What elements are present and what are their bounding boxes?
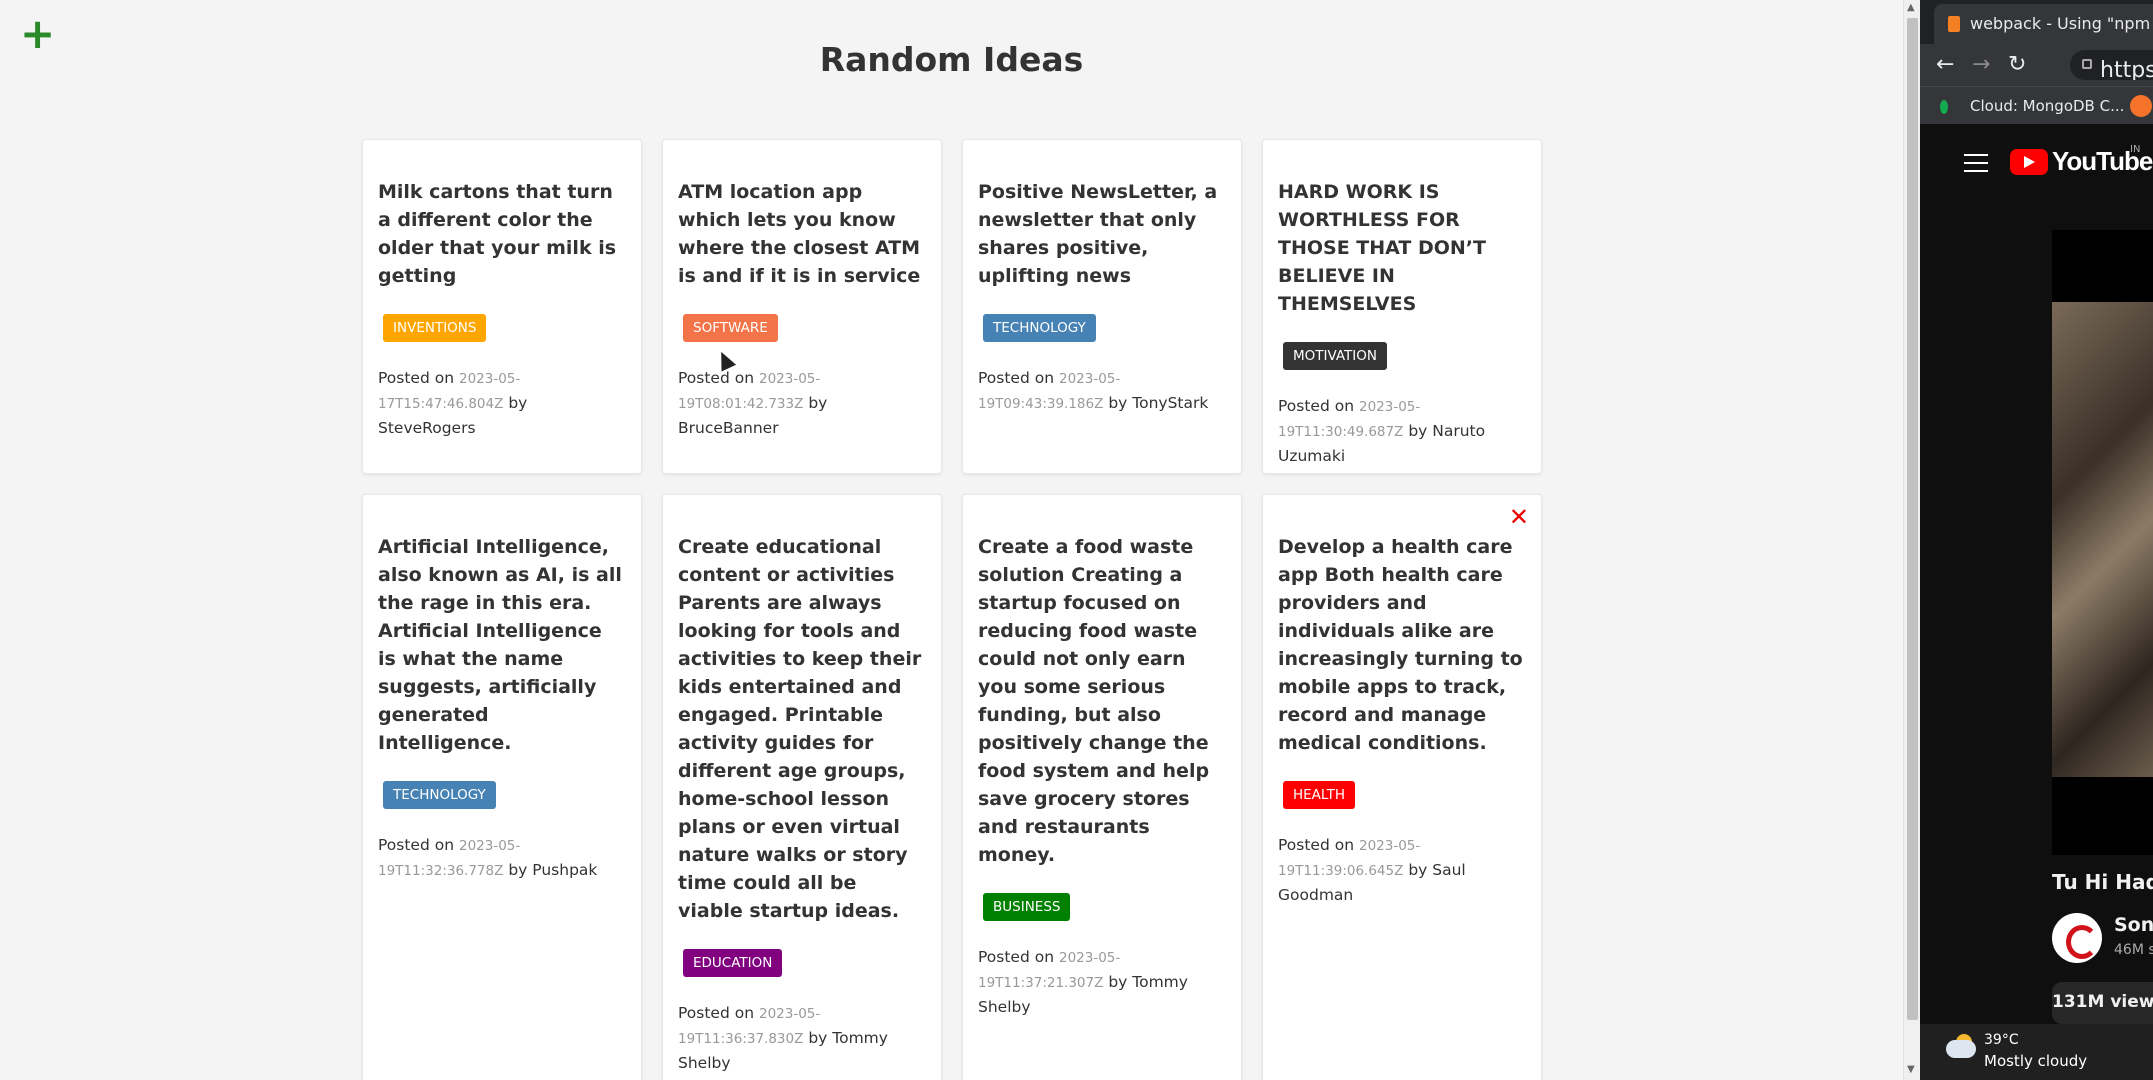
- idea-tag: HEALTH: [1283, 781, 1355, 809]
- region-code: IN: [2130, 144, 2141, 155]
- browser-window: webpack - Using "npm run ← → ↻ https:// …: [1920, 0, 2153, 1080]
- weather-widget[interactable]: 39°C Mostly cloudy: [1920, 1024, 2153, 1080]
- channel-subscribers: 46M s: [2114, 942, 2153, 958]
- posted-on-label: Posted on: [978, 948, 1055, 966]
- idea-meta: Posted on 2023-05-19T09:43:39.186Z by To…: [978, 366, 1226, 416]
- video-title: Tu Hi Haq: [2052, 870, 2153, 894]
- forward-icon[interactable]: →: [1972, 52, 1990, 77]
- bookmark-mongodb[interactable]: Cloud: MongoDB C...: [1970, 97, 2124, 115]
- by-label: by: [808, 394, 828, 412]
- idea-meta: Posted on 2023-05-17T15:47:46.804Z by St…: [378, 366, 626, 440]
- idea-card: Create a food waste solution Creating a …: [962, 494, 1242, 1080]
- idea-meta: Posted on 2023-05-19T11:32:36.778Z by Pu…: [378, 833, 626, 883]
- lock-icon: [2082, 59, 2092, 69]
- idea-text: Positive NewsLetter, a newsletter that o…: [978, 181, 1218, 287]
- tab-title: webpack - Using "npm run: [1970, 14, 2153, 33]
- idea-text: Milk cartons that turn a different color…: [378, 181, 617, 287]
- mongodb-leaf-icon: [1940, 100, 1948, 114]
- video-frame[interactable]: [2052, 302, 2153, 777]
- posted-on-label: Posted on: [378, 836, 455, 854]
- scrollbar-thumb[interactable]: [1907, 18, 1918, 1020]
- youtube-page: YouTube IN Tu Hi Haq Sony 46M s 131M vie…: [1920, 124, 2153, 1024]
- idea-text: HARD WORK IS WORTHLESS FOR THOSE THAT DO…: [1278, 181, 1486, 315]
- idea-text: ATM location app which lets you know whe…: [678, 181, 921, 287]
- idea-card: ✕ Develop a health care app Both health …: [1262, 494, 1542, 1080]
- by-label: by: [1108, 973, 1128, 991]
- idea-author: BruceBanner: [678, 419, 779, 437]
- idea-tag: SOFTWARE: [683, 314, 778, 342]
- idea-author: SteveRogers: [378, 419, 476, 437]
- idea-meta: Posted on 2023-05-19T11:37:21.307Z by To…: [978, 945, 1226, 1019]
- page-title: Random Ideas: [819, 40, 1084, 79]
- browser-tab[interactable]: webpack - Using "npm run: [1934, 4, 2153, 44]
- idea-card: ATM location app which lets you know whe…: [662, 139, 942, 474]
- bookmark-icon[interactable]: [2130, 95, 2152, 117]
- idea-tag: INVENTIONS: [383, 314, 487, 342]
- by-label: by: [1108, 394, 1128, 412]
- idea-text: Develop a health care app Both health ca…: [1278, 536, 1523, 754]
- idea-meta: Posted on 2023-05-19T11:36:37.830Z by To…: [678, 1001, 926, 1075]
- idea-meta: Posted on 2023-05-19T08:01:42.733Z by Br…: [678, 366, 926, 440]
- idea-card: Create educational content or activities…: [662, 494, 942, 1080]
- stackoverflow-icon: [1948, 16, 1960, 32]
- posted-on-label: Posted on: [978, 369, 1055, 387]
- idea-tag: BUSINESS: [983, 893, 1071, 921]
- idea-text: Create a food waste solution Creating a …: [978, 536, 1210, 866]
- url-text: https://: [2100, 58, 2153, 80]
- idea-tag: TECHNOLOGY: [383, 781, 496, 809]
- idea-meta: Posted on 2023-05-19T11:39:06.645Z by Sa…: [1278, 833, 1526, 907]
- idea-tag: MOTIVATION: [1283, 342, 1388, 370]
- delete-idea-icon[interactable]: ✕: [1509, 503, 1529, 531]
- idea-text: Artificial Intelligence, also known as A…: [378, 536, 622, 754]
- menu-icon[interactable]: [1964, 154, 1988, 178]
- youtube-logo-icon[interactable]: [2010, 149, 2048, 175]
- posted-on-label: Posted on: [678, 369, 755, 387]
- page-scrollbar[interactable]: ▲ ▼: [1903, 0, 1920, 1080]
- posted-on-label: Posted on: [1278, 836, 1355, 854]
- idea-card: Artificial Intelligence, also known as A…: [362, 494, 642, 1080]
- back-icon[interactable]: ←: [1936, 52, 1954, 77]
- address-bar[interactable]: https://: [2070, 50, 2153, 80]
- posted-on-label: Posted on: [378, 369, 455, 387]
- by-label: by: [808, 1029, 828, 1047]
- by-label: by: [508, 394, 528, 412]
- reload-icon[interactable]: ↻: [2008, 52, 2026, 77]
- by-label: by: [1408, 861, 1428, 879]
- idea-card: Milk cartons that turn a different color…: [362, 139, 642, 474]
- by-label: by: [1408, 422, 1428, 440]
- by-label: by: [508, 861, 528, 879]
- tab-strip: webpack - Using "npm run: [1920, 0, 2153, 44]
- idea-author: TonyStark: [1132, 394, 1209, 412]
- idea-author: Pushpak: [532, 861, 598, 879]
- ideas-app: + Random Ideas Milk cartons that turn a …: [0, 0, 1903, 1080]
- channel-avatar[interactable]: [2052, 913, 2102, 963]
- idea-meta: Posted on 2023-05-19T11:30:49.687Z by Na…: [1278, 394, 1526, 468]
- idea-tag: TECHNOLOGY: [983, 314, 1096, 342]
- idea-tag: EDUCATION: [683, 949, 783, 977]
- channel-name[interactable]: Sony: [2114, 914, 2153, 936]
- idea-card: HARD WORK IS WORTHLESS FOR THOSE THAT DO…: [1262, 139, 1542, 474]
- idea-text: Create educational content or activities…: [678, 536, 922, 922]
- cloud-icon: [1946, 1040, 1976, 1058]
- view-count: 131M views: [2052, 982, 2153, 1024]
- scroll-up-icon[interactable]: ▲: [1907, 2, 1915, 13]
- posted-on-label: Posted on: [1278, 397, 1355, 415]
- bookmarks-bar: Cloud: MongoDB C...: [1920, 86, 2153, 124]
- temperature: 39°C: [1984, 1032, 2019, 1048]
- weather-condition: Mostly cloudy: [1984, 1052, 2088, 1070]
- browser-toolbar: ← → ↻ https://: [1920, 44, 2153, 86]
- posted-on-label: Posted on: [678, 1004, 755, 1022]
- scroll-down-icon[interactable]: ▼: [1907, 1064, 1915, 1075]
- idea-card: Positive NewsLetter, a newsletter that o…: [962, 139, 1242, 474]
